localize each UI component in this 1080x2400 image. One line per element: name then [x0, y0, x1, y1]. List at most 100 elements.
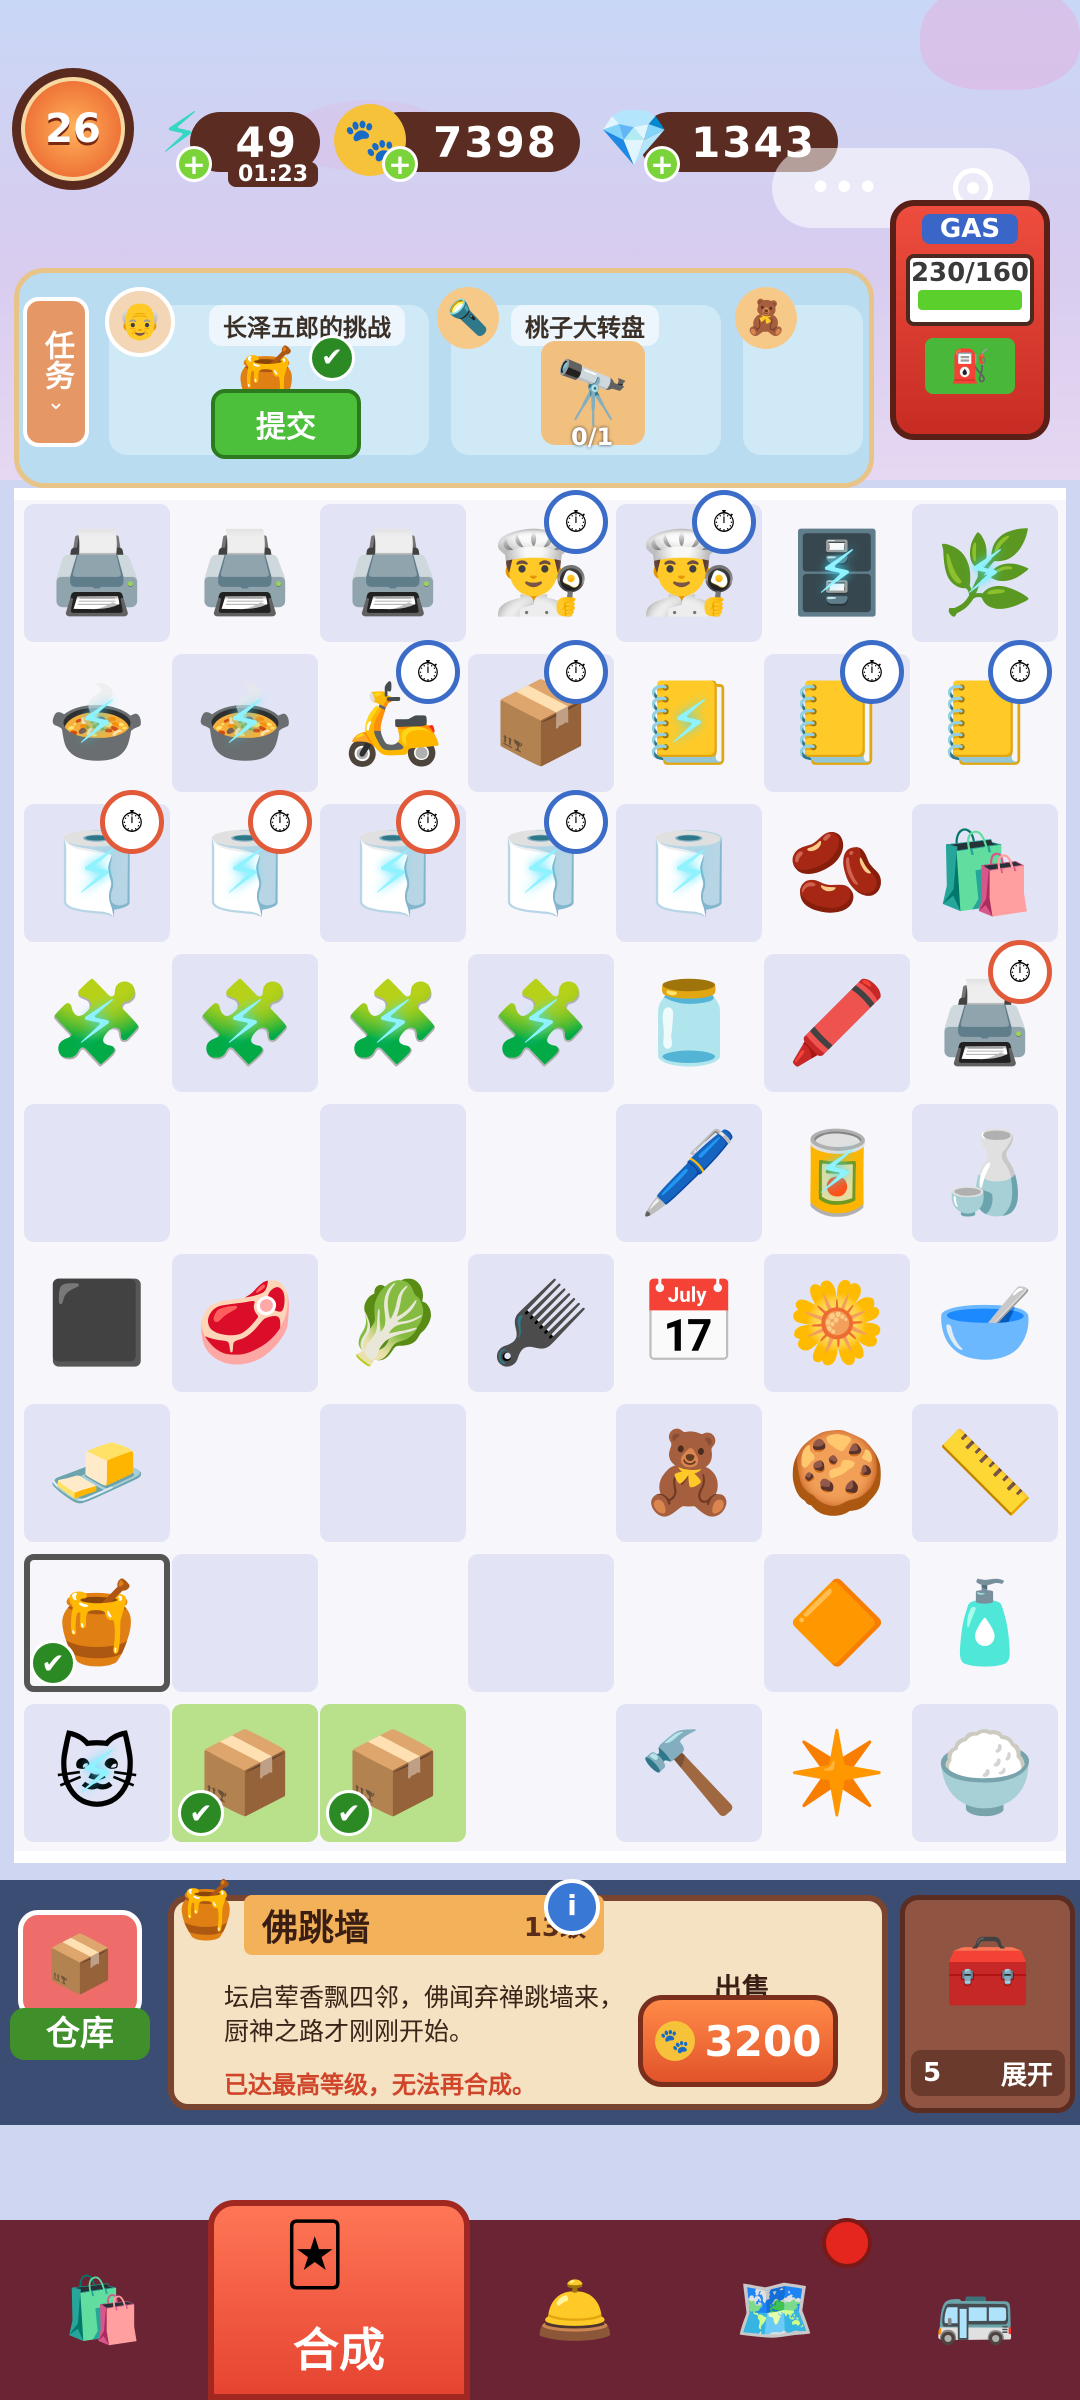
nav-kitchen-button[interactable]: 🛎️	[490, 2240, 660, 2380]
board-cell-empty[interactable]	[24, 1104, 170, 1242]
board-item[interactable]: 🧩 ⚡	[468, 954, 614, 1092]
board-item[interactable]: 🧻 ⚡	[616, 804, 762, 942]
board-item[interactable]: 📦 ⏱	[468, 640, 614, 792]
board-item[interactable]: 🌿 ⚡	[912, 504, 1058, 642]
board-item[interactable]: 📒 ⏱	[912, 640, 1058, 792]
board-item[interactable]: 🖨️	[172, 504, 318, 642]
board-item[interactable]: 🧩 ⚡	[172, 954, 318, 1092]
board-item[interactable]: 🧻 ⚡ ⏱	[172, 790, 318, 942]
board-item[interactable]: 🍪	[764, 1404, 910, 1542]
nav-merge-button[interactable]: 🃏 合成	[208, 2200, 470, 2400]
board-item[interactable]: 🫙	[616, 954, 762, 1092]
item-icon: 🧈	[47, 1426, 147, 1519]
board-cell-empty[interactable]	[468, 1704, 614, 1842]
board-item[interactable]: 🛵 ⏱	[320, 640, 466, 792]
map-pin-icon: 🗺️	[735, 2273, 815, 2348]
board-item[interactable]: 🌼	[764, 1254, 910, 1392]
board-cell-empty[interactable]	[172, 1404, 318, 1542]
board-item[interactable]: 🧻 ⚡ ⏱	[320, 790, 466, 942]
board-item[interactable]: 📏	[912, 1404, 1058, 1542]
timer-icon: ⏱	[396, 790, 460, 854]
board-item[interactable]: 🧩 ⚡	[24, 954, 170, 1092]
board-item[interactable]: 🧩 ⚡	[320, 954, 466, 1092]
board-item[interactable]: 🫘	[764, 804, 910, 942]
board-cell-empty[interactable]	[320, 1554, 466, 1692]
coin-plus-button[interactable]: +	[382, 146, 418, 182]
info-button[interactable]: i	[544, 1879, 600, 1935]
board-item[interactable]: 📒 ⏱	[764, 640, 910, 792]
chest-icon: 🧰	[944, 1930, 1032, 2012]
board-item[interactable]: 🧸	[616, 1404, 762, 1542]
quest-tab[interactable]: 任务 ⌄	[23, 297, 89, 447]
board-item[interactable]: 🧻 ⚡ ⏱	[468, 790, 614, 942]
nav-bag-button[interactable]: 🛍️	[18, 2240, 188, 2380]
board-cell-empty[interactable]	[172, 1554, 318, 1692]
board-item[interactable]: 📅	[616, 1254, 762, 1392]
item-icon: 🖊️	[639, 1126, 739, 1219]
more-dots-icon[interactable]: •••	[809, 165, 880, 211]
board-item[interactable]: 🖍️	[764, 954, 910, 1092]
board-cell-empty[interactable]	[468, 1104, 614, 1242]
board-item[interactable]: 🍯 ✔	[24, 1554, 170, 1692]
item-icon: 🥫	[787, 1126, 887, 1219]
board-item[interactable]: 🍲 ⚡	[24, 654, 170, 792]
board-item[interactable]: 📦 ✔	[320, 1704, 466, 1842]
board-item[interactable]: 📒 ⚡	[616, 654, 762, 792]
board-item[interactable]: 🥣	[912, 1254, 1058, 1392]
gas-pump[interactable]: GAS 230/160 ⛽	[890, 200, 1050, 440]
nav-map-button[interactable]: 🗺️	[690, 2240, 860, 2380]
board-item[interactable]: 🍶	[912, 1104, 1058, 1242]
board-item[interactable]: 🗄️ ⚡	[764, 504, 910, 642]
board-cell-empty[interactable]	[468, 1404, 614, 1542]
item-icon: 🫙	[639, 976, 739, 1069]
submit-button[interactable]: 提交	[211, 389, 361, 459]
board-item[interactable]: 🖨️ ⏱	[912, 940, 1058, 1092]
food-cloche-icon: 🛎️	[535, 2273, 615, 2348]
board-item[interactable]: 🔶	[764, 1554, 910, 1692]
quest-card-challenge[interactable]: 👴 长泽五郎的挑战 🍯 ✔ 提交	[105, 287, 429, 459]
timer-icon: ⏱	[248, 790, 312, 854]
quest-title: 桃子大转盘	[511, 305, 659, 346]
board-item[interactable]: 🥫 ⚡	[764, 1104, 910, 1242]
board-item[interactable]: 🥩	[172, 1254, 318, 1392]
item-icon: 🧴	[935, 1576, 1035, 1669]
board-item[interactable]: 🛍️	[912, 804, 1058, 942]
board-item[interactable]: 👨‍🍳 ⏱	[468, 490, 614, 642]
board-item[interactable]: 🖨️	[24, 504, 170, 642]
nav-bus-button[interactable]: 🚌	[890, 2240, 1060, 2380]
item-icon: 🧸	[639, 1426, 739, 1519]
energy-plus-button[interactable]: +	[176, 146, 212, 182]
board-cell-empty[interactable]	[320, 1404, 466, 1542]
board-item[interactable]: 🍚	[912, 1704, 1058, 1842]
item-max-note: 已达最高等级，无法再合成。	[224, 2071, 536, 2099]
warehouse-button[interactable]: 📦 仓库	[10, 1910, 150, 2060]
board-item[interactable]: 🧻 ⚡ ⏱	[24, 790, 170, 942]
board-item[interactable]: 🖨️	[320, 504, 466, 642]
board-item[interactable]: 🪮	[468, 1254, 614, 1392]
board-cell-empty[interactable]	[468, 1554, 614, 1692]
board-item[interactable]: ⬛	[24, 1254, 170, 1392]
board-cell-empty[interactable]	[172, 1104, 318, 1242]
board-item[interactable]: 🧴	[912, 1554, 1058, 1692]
timer-icon: ⏱	[988, 940, 1052, 1004]
player-level-badge[interactable]: 26	[12, 68, 134, 190]
quest-card-wheel[interactable]: 🔦 桃子大转盘 🔭 0/1	[437, 287, 721, 455]
board-item[interactable]: 🔨	[616, 1704, 762, 1842]
board-item[interactable]: 🍲 ⚡	[172, 654, 318, 792]
board-cell-empty[interactable]	[320, 1104, 466, 1242]
item-icon: 🌿	[935, 526, 1035, 619]
quest-card-partial[interactable]: 🧸	[735, 287, 863, 455]
board-item[interactable]: 🖊️	[616, 1104, 762, 1242]
board-item[interactable]: 🧈	[24, 1404, 170, 1542]
board-item[interactable]: 🐱 ⚡	[24, 1704, 170, 1842]
board-cell-empty[interactable]	[616, 1554, 762, 1692]
gem-plus-button[interactable]: +	[644, 146, 680, 182]
board-item[interactable]: 👨‍🍳 ⏱	[616, 490, 762, 642]
board-item[interactable]: ✴️	[764, 1704, 910, 1842]
check-icon: ✔	[30, 1640, 76, 1686]
sell-button[interactable]: 🐾 3200	[638, 1995, 838, 2087]
board-item[interactable]: 🥬	[320, 1254, 466, 1392]
cat-bag-icon: 🛍️	[63, 2273, 143, 2348]
board-item[interactable]: 📦 ✔	[172, 1704, 318, 1842]
expand-chest-button[interactable]: 🧰 5 展开	[900, 1895, 1075, 2113]
